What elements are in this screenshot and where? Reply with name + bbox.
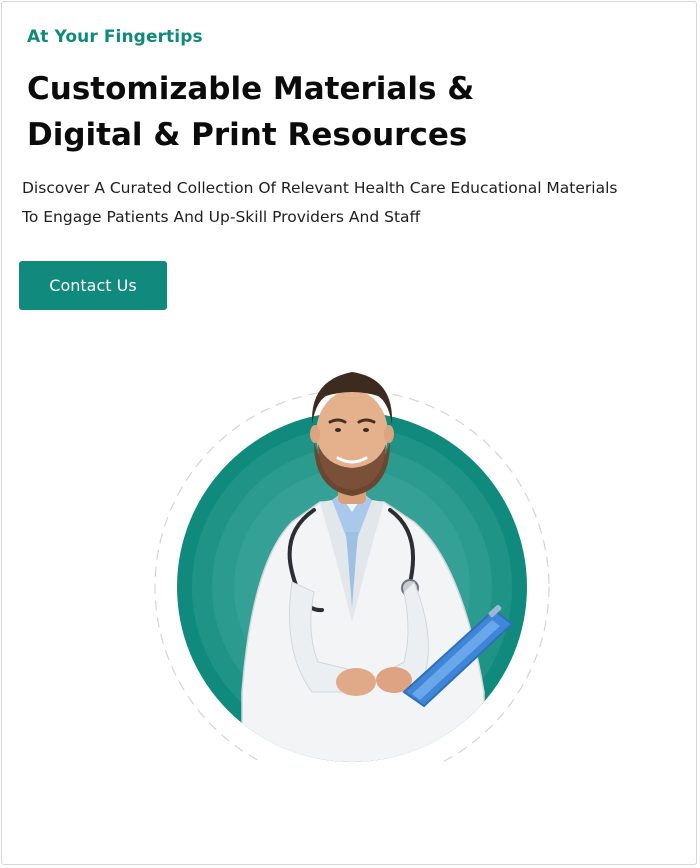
contact-us-button[interactable]: Contact Us xyxy=(19,261,167,310)
eyebrow-label: At Your Fingertips xyxy=(27,27,203,47)
description-line-1: Discover A Curated Collection Of Relevan… xyxy=(22,179,618,197)
hero-card: At Your Fingertips Customizable Material… xyxy=(1,1,697,865)
doctor-illustration xyxy=(142,362,562,782)
hero-description: Discover A Curated Collection Of Relevan… xyxy=(22,174,682,232)
doctor-portrait-image xyxy=(142,372,562,782)
page-title: Customizable Materials & Digital & Print… xyxy=(27,66,587,158)
headline-line-1: Customizable Materials & xyxy=(27,71,475,107)
headline-line-2: Digital & Print Resources xyxy=(27,117,468,153)
description-line-2: To Engage Patients And Up-Skill Provider… xyxy=(22,208,421,226)
